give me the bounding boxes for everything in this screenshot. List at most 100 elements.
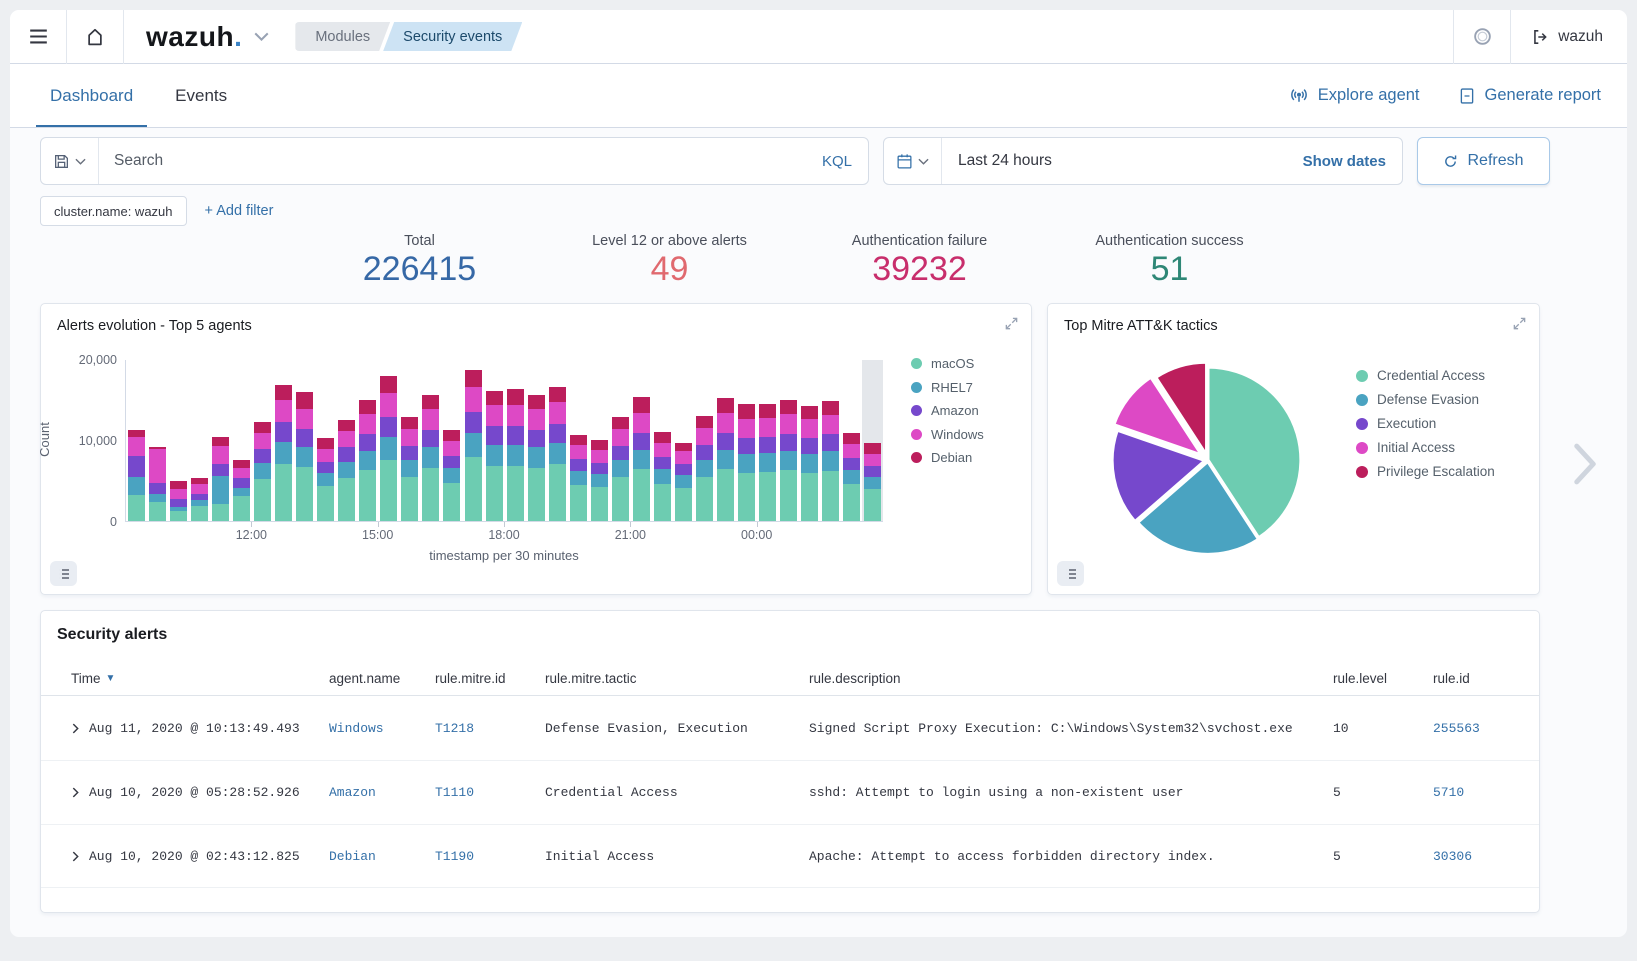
bar-segment-macOS[interactable] <box>759 472 776 521</box>
bar-segment-Amazon[interactable] <box>359 434 376 451</box>
bar-segment-macOS[interactable] <box>738 473 755 522</box>
bar-segment-Windows[interactable] <box>191 484 208 495</box>
bar-segment-Debian[interactable] <box>486 391 503 406</box>
bar-segment-Amazon[interactable] <box>843 458 860 470</box>
bar-segment-Amazon[interactable] <box>443 456 460 469</box>
bar-segment-RHEL7[interactable] <box>759 453 776 472</box>
bar-segment-macOS[interactable] <box>359 470 376 521</box>
bar-segment-RHEL7[interactable] <box>843 470 860 484</box>
bar-segment-macOS[interactable] <box>401 477 418 521</box>
bar-segment-Windows[interactable] <box>401 429 418 446</box>
bar-segment-RHEL7[interactable] <box>570 471 587 485</box>
bar-segment-Windows[interactable] <box>759 418 776 437</box>
bar-segment-RHEL7[interactable] <box>738 454 755 473</box>
menu-button[interactable] <box>10 10 66 64</box>
bar-segment-macOS[interactable] <box>780 470 797 521</box>
bar-segment-macOS[interactable] <box>233 496 250 521</box>
bar-segment-RHEL7[interactable] <box>254 463 271 479</box>
bar-segment-Windows[interactable] <box>717 413 734 432</box>
bar-segment-Windows[interactable] <box>170 489 187 500</box>
bar-segment-Debian[interactable] <box>759 404 776 419</box>
bar-segment-RHEL7[interactable] <box>296 447 313 467</box>
bar-segment-macOS[interactable] <box>528 468 545 521</box>
bar-segment-RHEL7[interactable] <box>864 477 881 489</box>
bar-segment-Windows[interactable] <box>549 402 566 424</box>
bar-segment-Windows[interactable] <box>801 419 818 438</box>
bar-segment-Debian[interactable] <box>254 422 271 433</box>
bar-segment-macOS[interactable] <box>443 483 460 521</box>
user-menu[interactable]: wazuh <box>1511 28 1627 46</box>
bar-segment-Debian[interactable] <box>654 432 671 443</box>
bar-segment-Debian[interactable] <box>717 398 734 413</box>
bar-segment-Amazon[interactable] <box>465 412 482 433</box>
cell-rule-mitre-id[interactable]: T1218 <box>435 721 545 736</box>
bar-segment-Amazon[interactable] <box>422 430 439 448</box>
legend-item-defense-evasion[interactable]: Defense Evasion <box>1356 392 1495 407</box>
bar-segment-Windows[interactable] <box>507 405 524 426</box>
bar-segment-RHEL7[interactable] <box>380 437 397 460</box>
bar-segment-Amazon[interactable] <box>549 424 566 443</box>
bar-segment-Debian[interactable] <box>570 435 587 445</box>
bar-segment-Windows[interactable] <box>212 446 229 464</box>
legend-item-initial-access[interactable]: Initial Access <box>1356 440 1495 455</box>
bar-segment-Windows[interactable] <box>654 443 671 458</box>
bar-segment-Amazon[interactable] <box>507 426 524 445</box>
bar-segment-macOS[interactable] <box>801 473 818 522</box>
legend-toggle-button[interactable] <box>50 561 77 586</box>
bar-segment-RHEL7[interactable] <box>612 460 629 477</box>
bar-segment-macOS[interactable] <box>254 479 271 521</box>
expand-row-icon[interactable] <box>71 787 80 798</box>
bar-segment-RHEL7[interactable] <box>338 462 355 478</box>
bar-segment-Amazon[interactable] <box>654 457 671 469</box>
bar-segment-Debian[interactable] <box>843 433 860 444</box>
add-filter-button[interactable]: + Add filter <box>205 203 274 219</box>
bar-segment-Debian[interactable] <box>780 400 797 414</box>
table-row[interactable]: Aug 11, 2020 @ 10:13:49.493WindowsT1218D… <box>41 696 1539 760</box>
bar-segment-RHEL7[interactable] <box>149 494 166 502</box>
cell-rule-id[interactable]: 255563 <box>1433 721 1523 736</box>
bar-segment-Windows[interactable] <box>465 387 482 411</box>
bar-segment-Windows[interactable] <box>570 445 587 459</box>
bar-segment-Debian[interactable] <box>675 443 692 451</box>
bar-segment-Debian[interactable] <box>465 370 482 388</box>
expand-row-icon[interactable] <box>71 851 80 862</box>
bar-segment-macOS[interactable] <box>338 478 355 521</box>
bar-segment-Amazon[interactable] <box>864 466 881 477</box>
bar-segment-Debian[interactable] <box>317 438 334 449</box>
bar-segment-Windows[interactable] <box>380 393 397 416</box>
column-header-time[interactable]: Time▼ <box>71 671 329 686</box>
bar-segment-Windows[interactable] <box>696 428 713 445</box>
legend-item-credential-access[interactable]: Credential Access <box>1356 368 1495 383</box>
bar-segment-Amazon[interactable] <box>801 438 818 454</box>
bar-segment-Amazon[interactable] <box>149 483 166 494</box>
bar-segment-Debian[interactable] <box>822 401 839 415</box>
bar-segment-Debian[interactable] <box>338 420 355 431</box>
refresh-button[interactable]: Refresh <box>1417 137 1550 185</box>
bar-segment-Windows[interactable] <box>296 409 313 429</box>
bar-segment-Windows[interactable] <box>864 454 881 466</box>
cell-agent-name[interactable]: Amazon <box>329 785 435 800</box>
legend-item-privilege-escalation[interactable]: Privilege Escalation <box>1356 464 1495 479</box>
bar-segment-Amazon[interactable] <box>128 456 145 478</box>
bar-segment-Amazon[interactable] <box>338 447 355 462</box>
bar-segment-Amazon[interactable] <box>486 426 503 445</box>
expand-row-icon[interactable] <box>71 723 80 734</box>
bar-segment-Debian[interactable] <box>170 481 187 488</box>
cell-rule-mitre-id[interactable]: T1110 <box>435 785 545 800</box>
bar-segment-RHEL7[interactable] <box>212 476 229 504</box>
bar-segment-Windows[interactable] <box>822 415 839 434</box>
bar-segment-RHEL7[interactable] <box>465 433 482 457</box>
bar-segment-Windows[interactable] <box>317 449 334 462</box>
bar-segment-RHEL7[interactable] <box>443 468 460 483</box>
bar-segment-macOS[interactable] <box>149 502 166 521</box>
bar-segment-macOS[interactable] <box>654 484 671 521</box>
bar-segment-Debian[interactable] <box>864 443 881 454</box>
bar-segment-Amazon[interactable] <box>528 430 545 448</box>
bar-segment-RHEL7[interactable] <box>486 445 503 466</box>
bar-segment-macOS[interactable] <box>465 457 482 521</box>
bar-segment-macOS[interactable] <box>212 504 229 521</box>
bar-segment-macOS[interactable] <box>275 464 292 522</box>
bar-segment-macOS[interactable] <box>864 489 881 521</box>
bar-segment-Debian[interactable] <box>633 397 650 413</box>
bar-segment-RHEL7[interactable] <box>696 460 713 477</box>
